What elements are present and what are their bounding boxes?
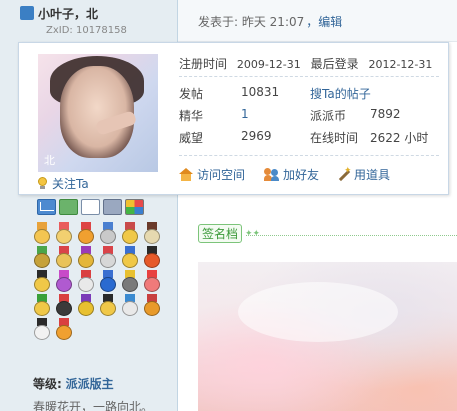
posts-value: 10831 (241, 85, 280, 99)
registered-label: 注册时间 (179, 57, 228, 71)
coins-value: 7892 (370, 107, 401, 121)
mail-icon[interactable] (37, 199, 56, 215)
avatar-mark: 北 (44, 154, 55, 167)
follow-button[interactable]: 关注Ta (37, 175, 89, 192)
medal-icon[interactable] (99, 270, 117, 292)
card-actions: 访问空间 加好友 ✦ 用道具 (179, 166, 439, 182)
author-zxid: ZxID: 10178158 (46, 25, 127, 36)
medal-icon[interactable] (77, 294, 95, 316)
document-icon[interactable] (81, 199, 100, 215)
level-value[interactable]: 派派版主 (66, 377, 114, 391)
medal-icon[interactable] (77, 222, 95, 244)
signature-image-mist (238, 282, 398, 342)
digest-label: 精华 (179, 109, 204, 123)
medal-icon[interactable] (121, 222, 139, 244)
divider (179, 76, 439, 77)
prestige-value: 2969 (241, 129, 272, 143)
add-friend-label: 加好友 (283, 168, 320, 182)
author-name-row[interactable]: 小叶子，北 (20, 5, 98, 21)
level-label: 等级: (33, 377, 62, 391)
medal-icon[interactable] (33, 318, 51, 340)
visit-space-button[interactable]: 访问空间 (179, 166, 245, 183)
medal-icon[interactable] (33, 222, 51, 244)
prestige-label: 威望 (179, 131, 204, 145)
medal-icon[interactable] (55, 246, 73, 268)
medal-icon[interactable] (143, 270, 161, 292)
medal-icon[interactable] (143, 294, 161, 316)
user-add-icon[interactable] (59, 199, 78, 215)
medal-icon[interactable] (121, 246, 139, 268)
blocks-icon[interactable] (125, 199, 144, 215)
signature-divider (246, 235, 457, 236)
medal-icon[interactable] (55, 318, 73, 340)
add-friend-button[interactable]: 加好友 (264, 166, 319, 183)
medal-icon[interactable] (55, 270, 73, 292)
posts-label: 发帖 (179, 87, 204, 101)
medal-icon[interactable] (55, 222, 73, 244)
user-level: 等级: 派派版主 (33, 375, 114, 392)
visit-space-label: 访问空间 (197, 168, 246, 182)
divider (179, 155, 439, 156)
medal-icon[interactable] (33, 294, 51, 316)
follow-label: 关注Ta (52, 177, 89, 191)
medal-icon[interactable] (121, 294, 139, 316)
medal-icon[interactable] (99, 222, 117, 244)
medal-icon[interactable] (143, 222, 161, 244)
medal-icon[interactable] (99, 246, 117, 268)
online-time-label: 在线时间 (310, 131, 359, 145)
medal-icon[interactable] (77, 270, 95, 292)
user-motto: 春暖花开，一路向北。 (33, 400, 154, 411)
post-time-text: 发表于: 昨天 21:07 (198, 15, 305, 29)
lightbulb-icon (37, 177, 48, 190)
avatar-face (60, 66, 134, 158)
medal-icon[interactable] (99, 294, 117, 316)
use-item-label: 用道具 (354, 168, 391, 182)
friends-icon (264, 168, 280, 181)
medal-icon[interactable] (121, 270, 139, 292)
user-icon (20, 6, 34, 20)
post-time: 发表于: 昨天 21:07 ，编辑 (198, 13, 342, 30)
registered-value: 2009-12-31 (236, 58, 301, 71)
medal-icon[interactable] (77, 246, 95, 268)
medal-icon[interactable] (33, 270, 51, 292)
magic-wand-icon: ✦ (336, 166, 352, 182)
medal-icon[interactable] (33, 246, 51, 268)
digest-value[interactable]: 1 (241, 107, 249, 121)
house-icon (179, 168, 193, 181)
signature-image (198, 262, 457, 411)
coins-label: 派派币 (310, 109, 347, 123)
medal-icon[interactable] (143, 246, 161, 268)
online-time-value: 2622 小时 (370, 131, 429, 145)
last-login-value: 2012-12-31 (368, 58, 433, 71)
use-item-button[interactable]: ✦ 用道具 (336, 166, 390, 183)
post-header: 发表于: 昨天 21:07 ，编辑 (178, 0, 457, 42)
search-their-posts-link[interactable]: 搜Ta的帖子 (310, 87, 371, 101)
avatar[interactable]: 北 (38, 54, 158, 172)
signature-badge: 签名档 (198, 224, 242, 243)
medal-icon[interactable] (55, 294, 73, 316)
edit-link[interactable]: ，编辑 (306, 15, 342, 29)
last-login-label: 最后登录 (310, 57, 359, 71)
author-name[interactable]: 小叶子，北 (38, 5, 98, 22)
author-tools (37, 199, 144, 215)
user-info-card: 北 关注Ta 注册时间 2009-12-31 最后登录 2012-12-31 发… (18, 42, 449, 195)
profile-icon[interactable] (103, 199, 122, 215)
